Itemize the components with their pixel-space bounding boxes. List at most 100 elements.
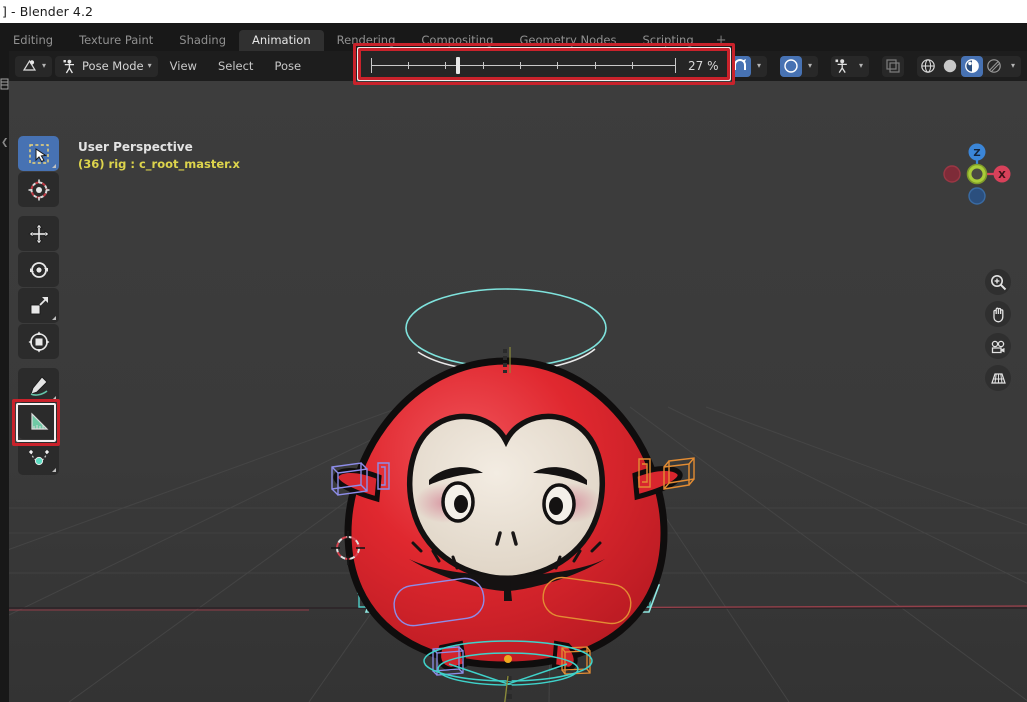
material-preview-icon	[965, 59, 979, 73]
scene-stage	[9, 81, 1027, 702]
gizmo-icon	[886, 59, 900, 73]
menu-pose[interactable]: Pose	[265, 56, 310, 77]
slider-tick	[445, 62, 446, 69]
mode-selector-label: Pose Mode	[82, 59, 144, 73]
solid-icon	[943, 59, 957, 73]
workspace-tab-editing[interactable]: Editing	[0, 30, 66, 51]
tweak-select-tool[interactable]	[18, 136, 59, 171]
svg-text:Z: Z	[973, 148, 980, 159]
gizmo-axis-y-negative	[968, 187, 986, 205]
shading-dropdown[interactable]: ▾	[1005, 56, 1021, 77]
scale-icon	[30, 296, 48, 314]
viewport-scene[interactable]: User Perspective (36) rig : c_root_maste…	[9, 81, 1027, 702]
workspace-tab-scripting[interactable]: Scripting	[629, 30, 706, 51]
magnifier-plus-icon	[990, 274, 1006, 290]
gizmo-group	[882, 55, 904, 77]
svg-text:X: X	[998, 170, 1006, 181]
transform-icon	[28, 331, 49, 352]
viewport-toolbar	[18, 136, 59, 476]
chevron-down-icon: ▾	[756, 61, 761, 70]
pan-button[interactable]	[985, 301, 1011, 327]
workspace-tab-strip: Editing Texture Paint Shading Animation Rend…	[0, 23, 1027, 51]
slider-tick	[483, 62, 484, 69]
workspace-tab-geometry-nodes[interactable]: Geometry Nodes	[506, 30, 629, 51]
shading-material-preview-button[interactable]	[961, 55, 983, 77]
slider-tick	[675, 58, 676, 73]
tool-submenu-corner-icon	[52, 316, 56, 320]
scene-render	[9, 81, 1027, 702]
slider-tick	[371, 58, 372, 73]
workspace-tab-rendering[interactable]: Rendering	[324, 30, 409, 51]
proportional-dropdown[interactable]: ▾	[802, 56, 818, 77]
slider-tick	[408, 62, 409, 69]
proportional-edit-icon	[784, 59, 798, 73]
pose-options-group: ▾	[831, 55, 869, 77]
workspace-tab-shading[interactable]: Shading	[166, 30, 239, 51]
ruler-measure-icon	[30, 412, 48, 430]
slider-tick	[595, 62, 596, 69]
pose-mode-icon	[61, 58, 78, 75]
shading-modes-group: ▾	[917, 55, 1021, 77]
transform-tool[interactable]	[18, 324, 59, 359]
3d-viewport-editor: User Perspective (36) rig : c_root_maste…	[9, 51, 1027, 702]
camera-icon	[991, 340, 1004, 353]
proportional-toggle-button[interactable]	[780, 55, 802, 77]
slider-tick	[520, 62, 521, 69]
cursor-tool[interactable]	[18, 172, 59, 207]
workspace-tab-[interactable]: +	[707, 30, 736, 51]
breakdowner-curve-icon	[28, 449, 49, 465]
camera-view-button[interactable]	[985, 333, 1011, 359]
slider-handle[interactable]	[456, 57, 460, 74]
sidebar-collapse-arrow-icon[interactable]: ❮	[1, 139, 9, 148]
slider-tick	[632, 62, 633, 69]
workspace-tab-animation[interactable]: Animation	[239, 30, 324, 51]
viewport-nav-buttons	[985, 269, 1011, 397]
hand-icon	[992, 307, 1003, 322]
mode-selector[interactable]: Pose Mode ▾	[55, 55, 158, 77]
pose-blend-slider[interactable]: 27 %	[353, 51, 735, 81]
breakdowner-tool[interactable]	[18, 440, 59, 475]
editor-type-icon[interactable]	[0, 76, 9, 90]
tool-submenu-corner-icon	[52, 164, 56, 168]
scale-tool[interactable]	[18, 288, 59, 323]
slider-value-label: 27 %	[688, 59, 719, 73]
3d-viewport-icon	[21, 58, 38, 75]
wireframe-icon	[921, 59, 935, 73]
tool-submenu-corner-icon	[52, 396, 56, 400]
measure-tool[interactable]	[18, 404, 59, 439]
pose-figure-icon	[835, 59, 847, 73]
pose-options-button[interactable]	[831, 56, 853, 77]
slider-tick	[557, 62, 558, 69]
grid-perspective-icon	[990, 372, 1006, 384]
cursor-3d-icon	[28, 179, 49, 200]
navigation-gizmo[interactable]: Z X	[941, 138, 1013, 210]
slider-track	[371, 65, 676, 66]
workspace-tab-compositing[interactable]: Compositing	[408, 30, 506, 51]
zoom-button[interactable]	[985, 269, 1011, 295]
move-tool[interactable]	[18, 216, 59, 251]
proportional-group: ▾	[780, 55, 818, 77]
chevron-down-icon: ▾	[42, 61, 47, 70]
shading-wireframe-button[interactable]	[917, 56, 939, 77]
move-arrows-icon	[27, 222, 50, 245]
select-box-icon	[28, 143, 49, 164]
menu-select[interactable]: Select	[209, 56, 262, 77]
menu-view[interactable]: View	[161, 56, 206, 77]
pose-options-dropdown[interactable]: ▾	[853, 56, 869, 77]
editor-left-gutter: ❮	[0, 23, 9, 702]
snapping-dropdown[interactable]: ▾	[751, 56, 767, 77]
window-title: ] - Blender 4.2	[2, 4, 94, 19]
rotate-tool[interactable]	[18, 252, 59, 287]
shading-solid-button[interactable]	[939, 56, 961, 77]
chevron-down-icon: ▾	[1010, 61, 1015, 70]
show-gizmo-button[interactable]	[882, 56, 904, 77]
viewport-header: ▾ Pose Mode ▾ View Select Pose Loc	[9, 51, 1027, 81]
viewport-info-overlay: User Perspective (36) rig : c_root_maste…	[78, 139, 240, 173]
annotate-tool[interactable]	[18, 368, 59, 403]
toggle-ortho-button[interactable]	[985, 365, 1011, 391]
rendered-icon	[987, 59, 1001, 73]
workspace-tab-texture-paint[interactable]: Texture Paint	[66, 30, 166, 51]
shading-rendered-button[interactable]	[983, 56, 1005, 77]
active-object-label: (36) rig : c_root_master.x	[78, 157, 240, 171]
editor-type-selector[interactable]: ▾	[15, 55, 53, 77]
